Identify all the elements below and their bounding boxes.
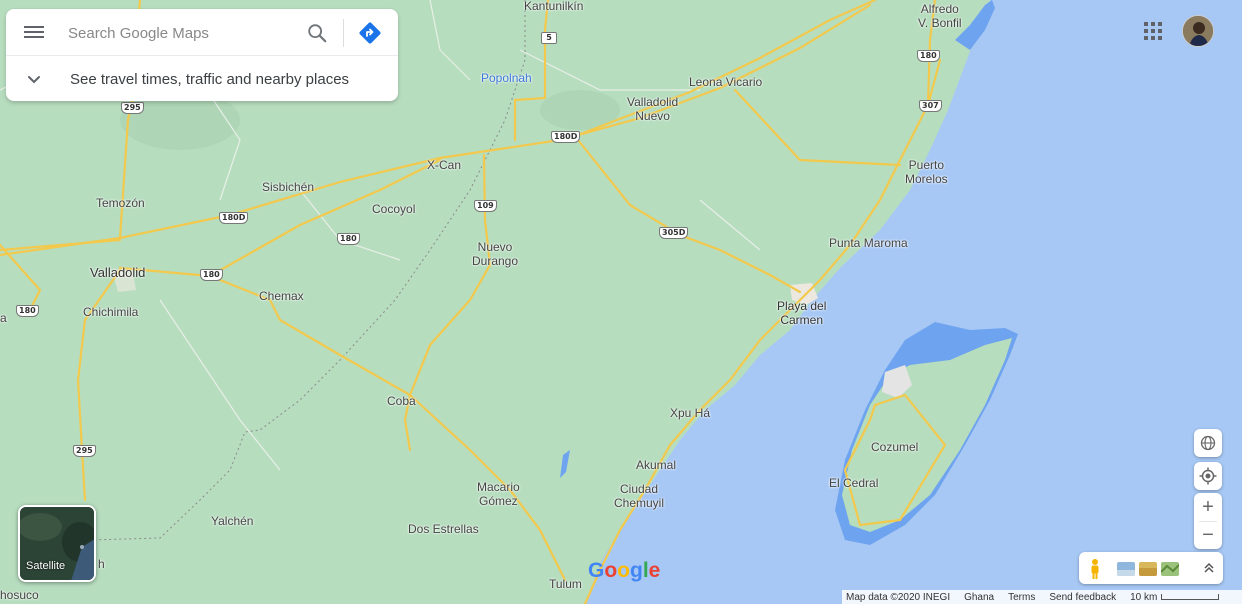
place-label: Cozumel bbox=[871, 440, 919, 454]
place-label: Punta Maroma bbox=[829, 236, 908, 250]
place-label: Chemax bbox=[259, 289, 304, 303]
attribution-bar: Map data ©2020 INEGI Ghana Terms Send fe… bbox=[842, 590, 1242, 604]
place-label: Akumal bbox=[636, 458, 677, 472]
route-shield: 295 bbox=[73, 445, 96, 457]
map-data-attribution: Map data ©2020 INEGI bbox=[846, 591, 951, 603]
globe-icon bbox=[1200, 435, 1216, 451]
satellite-toggle[interactable]: Satellite bbox=[18, 505, 96, 582]
apps-grid-icon[interactable] bbox=[1143, 21, 1163, 41]
route-shield: 295 bbox=[121, 102, 144, 114]
place-label: Macario Gómez bbox=[477, 480, 520, 508]
terms-link[interactable]: Terms bbox=[1008, 592, 1035, 603]
route-shield: 180D bbox=[551, 131, 581, 143]
google-logo: Google bbox=[588, 559, 660, 583]
place-label: Dos Estrellas bbox=[408, 522, 479, 536]
place-label: Playa del Carmen bbox=[777, 299, 827, 327]
expand-up-icon[interactable] bbox=[1201, 560, 1217, 576]
layers-strip bbox=[1079, 552, 1223, 584]
place-label: Puerto Morelos bbox=[905, 158, 948, 186]
scale-bar bbox=[1161, 594, 1220, 600]
place-label: Sisbichén bbox=[262, 180, 315, 194]
street-view-pegman-icon[interactable] bbox=[1087, 558, 1103, 580]
logo-letter: e bbox=[648, 559, 661, 582]
divider bbox=[343, 19, 344, 47]
place-label: Tulum bbox=[549, 577, 582, 591]
route-shield: 5 bbox=[541, 32, 557, 44]
route-shield: 109 bbox=[474, 200, 497, 212]
directions-icon[interactable] bbox=[358, 21, 382, 45]
place-label: Kantunilkín bbox=[524, 0, 584, 13]
menu-icon[interactable] bbox=[22, 23, 46, 43]
route-shield: 305D bbox=[659, 227, 689, 239]
account-avatar[interactable] bbox=[1182, 15, 1214, 47]
place-label: Temozón bbox=[96, 196, 145, 210]
travel-times-label: See travel times, traffic and nearby pla… bbox=[70, 71, 350, 88]
place-label: El Cedral bbox=[829, 476, 879, 490]
route-shield: 180 bbox=[16, 305, 39, 317]
search-icon[interactable] bbox=[306, 22, 328, 44]
place-label: Leona Vicario bbox=[689, 75, 763, 89]
travel-times-toggle[interactable]: See travel times, traffic and nearby pla… bbox=[6, 57, 398, 101]
region-link[interactable]: Ghana bbox=[964, 592, 994, 603]
place-label: a bbox=[0, 311, 7, 325]
chevron-down-icon bbox=[28, 76, 40, 84]
route-shield: 180 bbox=[200, 269, 223, 281]
layer-thumb-terrain[interactable] bbox=[1139, 562, 1157, 576]
place-label: Xpu Há bbox=[670, 406, 711, 420]
place-label: Nuevo Durango bbox=[472, 240, 519, 268]
search-bar bbox=[6, 9, 398, 56]
send-feedback-link[interactable]: Send feedback bbox=[1049, 592, 1116, 603]
logo-letter: o bbox=[604, 559, 618, 582]
zoom-in-button[interactable]: + bbox=[1194, 493, 1222, 521]
logo-letter: g bbox=[630, 559, 643, 582]
route-shield: 307 bbox=[919, 100, 942, 112]
route-shield: 180D bbox=[219, 212, 249, 224]
layer-thumb-transit[interactable] bbox=[1117, 562, 1135, 576]
my-location-icon bbox=[1199, 467, 1217, 485]
place-label: h bbox=[98, 557, 105, 571]
water-label: Popolnah bbox=[481, 71, 532, 85]
layer-thumb-biking[interactable] bbox=[1161, 562, 1179, 576]
satellite-label: Satellite bbox=[26, 560, 66, 572]
place-label: Valladolid Nuevo bbox=[627, 95, 679, 123]
place-label: Cocoyol bbox=[372, 202, 416, 216]
place-label: hosuco bbox=[0, 588, 39, 602]
search-panel: See travel times, traffic and nearby pla… bbox=[6, 9, 398, 101]
place-label: Coba bbox=[387, 394, 416, 408]
search-input[interactable] bbox=[68, 20, 298, 46]
route-shield: 180 bbox=[917, 50, 940, 62]
zoom-controls: + − bbox=[1194, 493, 1222, 549]
route-shield: 180 bbox=[337, 233, 360, 245]
place-label: Yalchén bbox=[211, 514, 254, 528]
globe-view-button[interactable] bbox=[1194, 429, 1222, 457]
place-label: Chichimila bbox=[83, 305, 139, 319]
scale-label[interactable]: 10 km bbox=[1130, 592, 1157, 603]
logo-letter: G bbox=[588, 559, 605, 582]
place-label: Ciudad Chemuyil bbox=[614, 482, 665, 510]
place-label: Valladolid bbox=[90, 265, 146, 280]
my-location-button[interactable] bbox=[1194, 462, 1222, 490]
place-label: Alfredo V. Bonfil bbox=[918, 2, 962, 30]
logo-letter: o bbox=[617, 559, 630, 582]
zoom-out-button[interactable]: − bbox=[1194, 521, 1222, 549]
place-label: X-Can bbox=[427, 158, 462, 172]
